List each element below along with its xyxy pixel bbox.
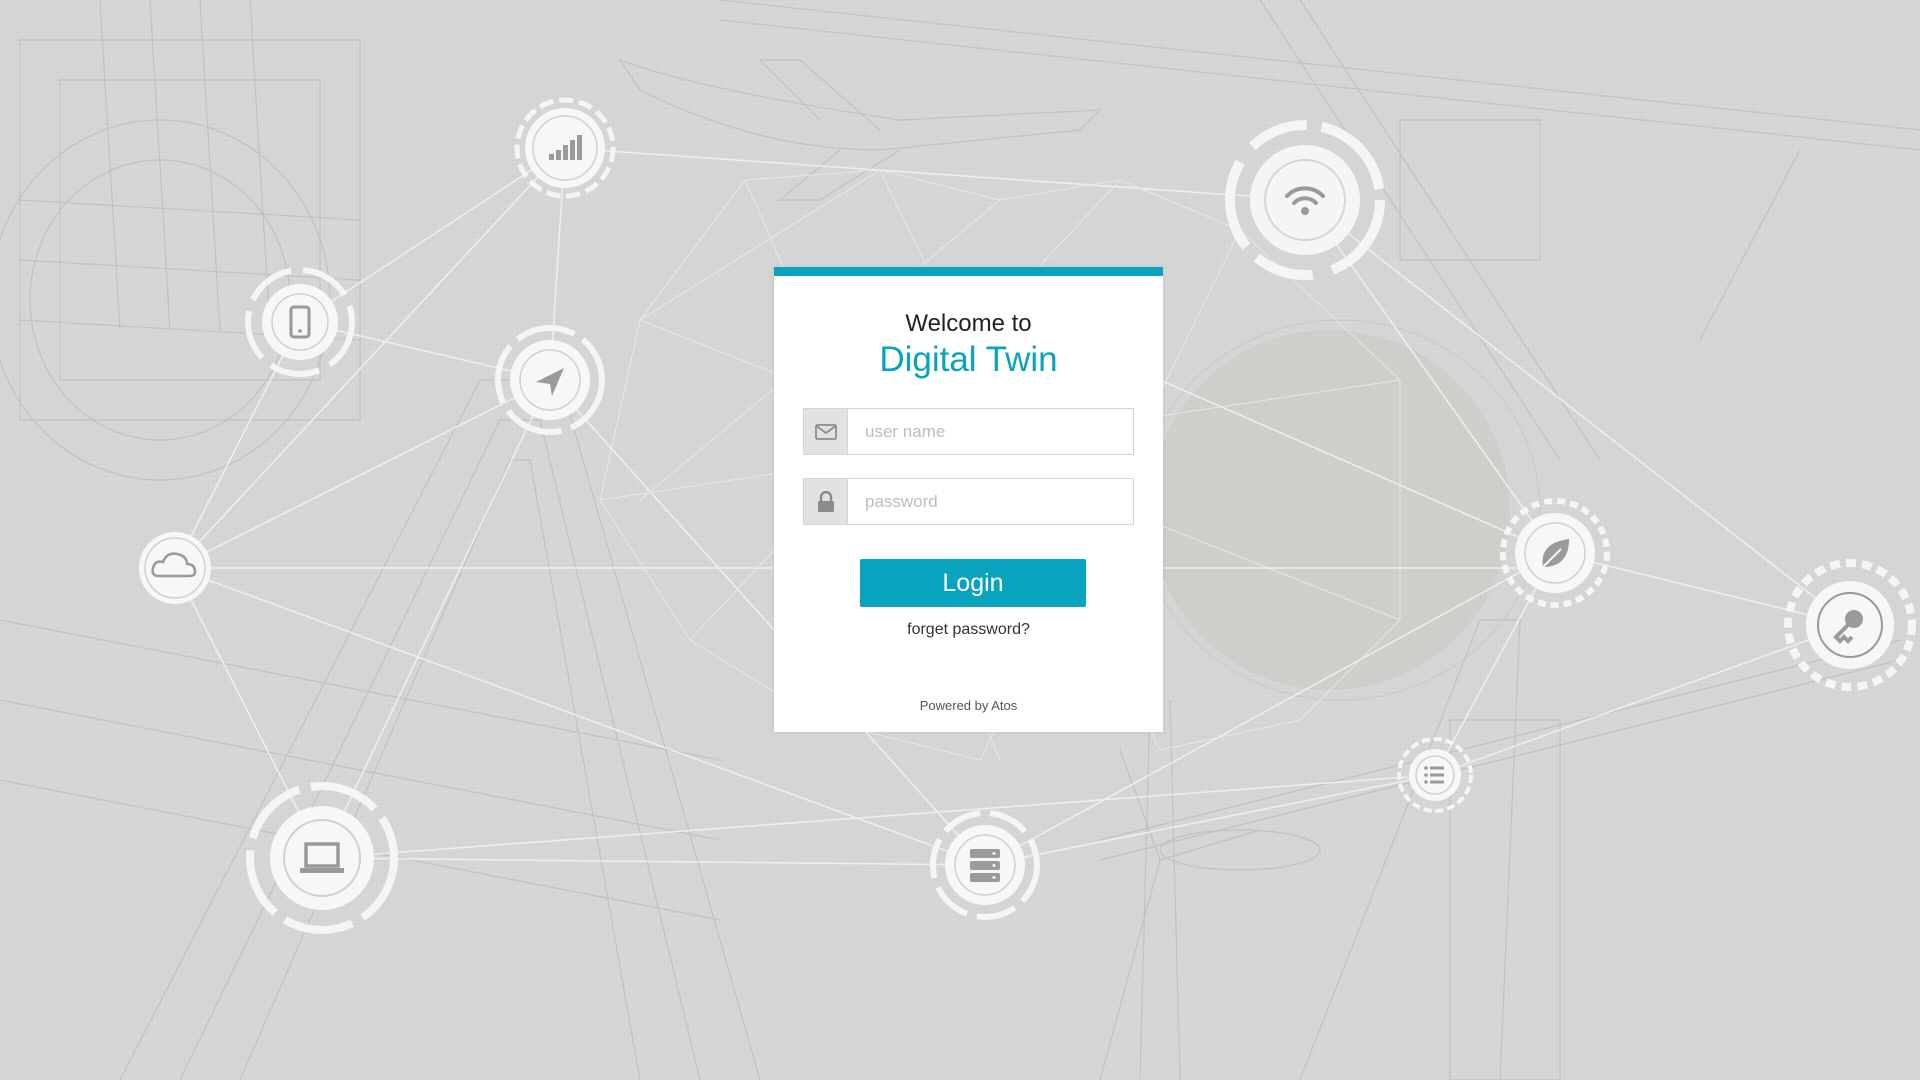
password-field — [803, 478, 1134, 525]
login-button[interactable]: Login — [860, 559, 1086, 607]
key-icon — [1784, 559, 1916, 691]
forgot-password-link[interactable]: forget password? — [774, 621, 1163, 639]
login-page: Welcome to Digital Twin Login forget pas… — [0, 0, 1920, 1080]
welcome-text: Welcome to — [905, 310, 1032, 337]
cloud-icon — [139, 532, 211, 604]
card-accent-bar — [774, 267, 1163, 276]
envelope-icon — [804, 409, 848, 454]
username-field — [803, 408, 1134, 455]
login-card: Welcome to Digital Twin Login forget pas… — [774, 267, 1163, 732]
password-input[interactable] — [848, 479, 1133, 524]
lock-icon — [804, 479, 848, 524]
laptop-icon — [246, 782, 398, 934]
username-input[interactable] — [848, 409, 1133, 454]
app-title: Digital Twin — [879, 340, 1058, 379]
powered-by-text: Powered by Atos — [919, 698, 1018, 713]
